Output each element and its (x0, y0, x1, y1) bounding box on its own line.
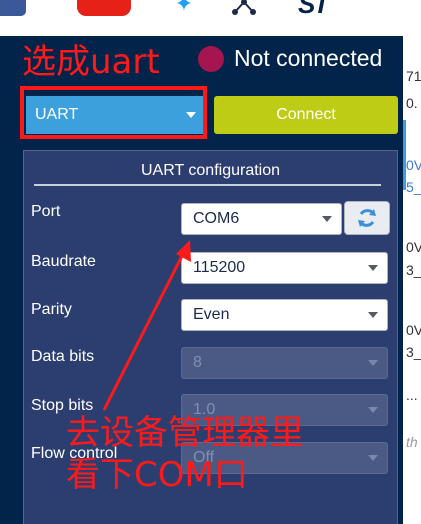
annotation-bottom-text: 去设备管理器里 看下COM口 (66, 412, 304, 496)
annotation-bottom-line-1: 去设备管理器里 (66, 413, 304, 453)
annotation-bottom-line-2: 看下COM口 (66, 455, 248, 495)
